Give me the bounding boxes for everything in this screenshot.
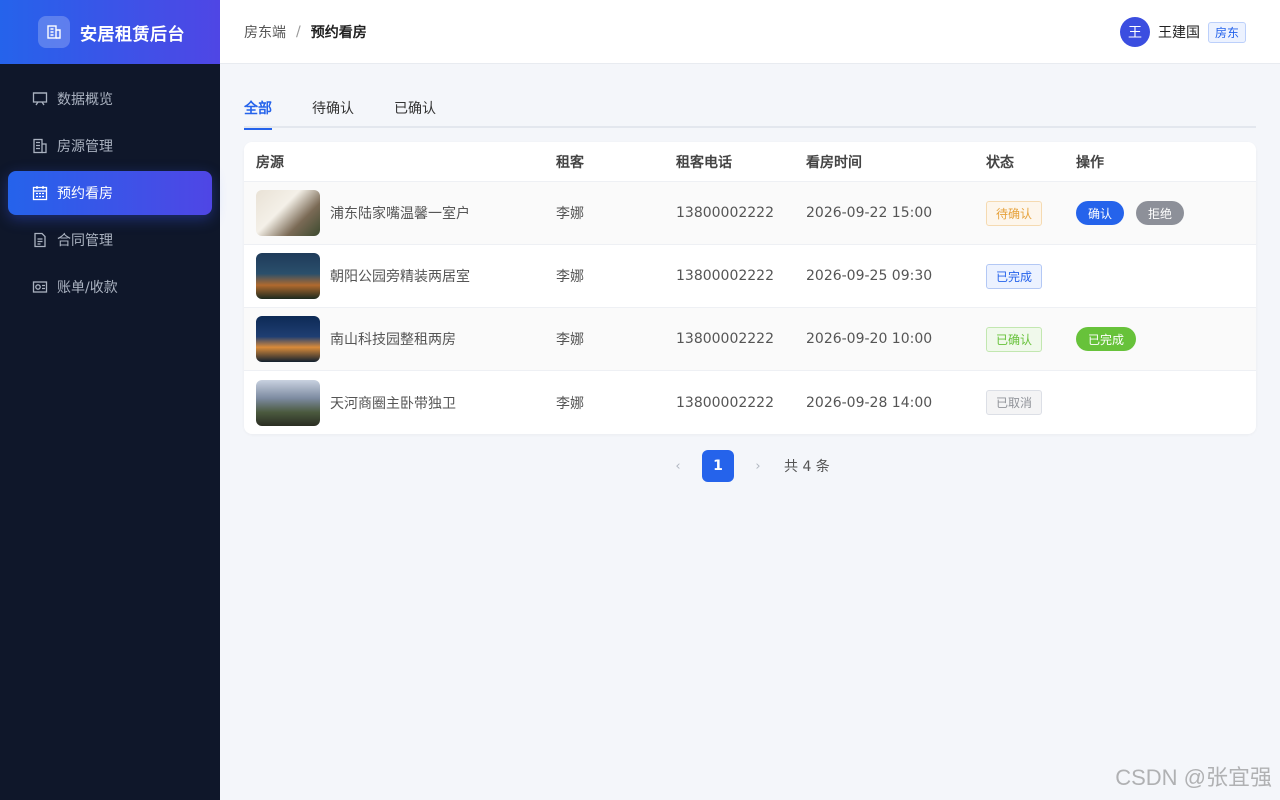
- app-title: 安居租赁后台: [80, 24, 185, 45]
- table-row: 浦东陆家嘴温馨一室户 李娜 13800002222 2026-09-22 15:…: [244, 182, 1256, 245]
- house-thumbnail[interactable]: [256, 379, 320, 426]
- column-header-house: 房源: [256, 154, 284, 171]
- prev-page-icon[interactable]: ‹: [668, 459, 688, 474]
- tenant-name: 李娜: [556, 332, 584, 348]
- column-header-phone: 租客电话: [676, 154, 732, 171]
- tenant-phone: 13800002222: [676, 394, 774, 411]
- house-thumbnail[interactable]: [256, 190, 320, 236]
- table-body: 浦东陆家嘴温馨一室户 李娜 13800002222 2026-09-22 15:…: [244, 182, 1256, 434]
- tenant-name: 李娜: [556, 269, 584, 285]
- sidebar-item-billing[interactable]: 账单/收款: [8, 265, 212, 309]
- breadcrumb-parent[interactable]: 房东端: [244, 22, 286, 42]
- tenant-phone: 13800002222: [676, 268, 774, 284]
- column-header-time: 看房时间: [806, 154, 862, 171]
- sidebar-menu: 数据概览 房源管理 预约看房 合同管理 账单/收款: [0, 64, 220, 309]
- sidebar-item-label: 合同管理: [57, 233, 113, 249]
- house-name: 南山科技园整租两房: [330, 332, 456, 348]
- pagination: ‹ 1 › 共 4 条: [668, 450, 830, 482]
- total-count: 共 4 条: [784, 459, 830, 475]
- sidebar-item-contracts[interactable]: 合同管理: [8, 218, 212, 262]
- document-icon: [31, 231, 49, 249]
- top-header: 房东端 / 预约看房 王 王建国 房东: [220, 0, 1280, 64]
- status-badge: 已确认: [986, 326, 1043, 352]
- tab-pending[interactable]: 待确认: [312, 90, 354, 128]
- role-badge: 房东: [1207, 21, 1246, 43]
- table-row: 天河商圈主卧带独卫 李娜 13800002222 2026-09-28 14:0…: [244, 371, 1256, 434]
- house-cell: 南山科技园整租两房: [244, 316, 556, 362]
- tenant-name: 李娜: [556, 206, 584, 222]
- house-thumbnail[interactable]: [256, 316, 320, 362]
- house-thumbnail[interactable]: [256, 253, 320, 299]
- sidebar-item-dashboard[interactable]: 数据概览: [8, 77, 212, 121]
- page-number-button[interactable]: 1: [702, 450, 734, 482]
- tenant-phone: 13800002222: [676, 205, 774, 221]
- breadcrumb: 房东端 / 预约看房: [244, 22, 367, 42]
- house-cell: 天河商圈主卧带独卫: [244, 379, 556, 426]
- status-badge: 已取消: [986, 390, 1043, 415]
- building-logo-icon: [38, 16, 70, 48]
- house-name: 浦东陆家嘴温馨一室户: [330, 206, 470, 222]
- confirm-button[interactable]: 确认: [1076, 201, 1125, 225]
- avatar[interactable]: 王: [1119, 17, 1150, 47]
- table-row: 朝阳公园旁精装两居室 李娜 13800002222 2026-09-25 09:…: [244, 245, 1256, 308]
- viewing-time: 2026-09-28 14:00: [806, 394, 933, 411]
- tenant-phone: 13800002222: [676, 331, 774, 347]
- table-header: 房源 租客 租客电话 看房时间 状态 操作: [244, 142, 1256, 182]
- house-cell: 朝阳公园旁精装两居室: [244, 253, 556, 299]
- sidebar-item-viewings[interactable]: 预约看房: [8, 171, 212, 215]
- viewings-table: 房源 租客 租客电话 看房时间 状态 操作 浦东陆家嘴温馨一室户 李娜 1380…: [244, 142, 1256, 434]
- wallet-icon: [31, 278, 49, 296]
- column-header-tenant: 租客: [556, 154, 584, 171]
- next-page-icon[interactable]: ›: [748, 459, 768, 474]
- column-header-actions: 操作: [1076, 154, 1104, 171]
- viewing-time: 2026-09-25 09:30: [806, 268, 933, 284]
- house-name: 天河商圈主卧带独卫: [330, 395, 456, 412]
- breadcrumb-current: 预约看房: [310, 24, 367, 41]
- tenant-name: 李娜: [556, 395, 584, 412]
- status-badge: 待确认: [986, 200, 1043, 226]
- calendar-icon: [31, 184, 49, 202]
- sidebar-item-label: 账单/收款: [57, 280, 118, 296]
- dashboard-icon: [31, 90, 49, 108]
- status-badge: 已完成: [986, 263, 1043, 289]
- viewing-time: 2026-09-22 15:00: [806, 205, 933, 221]
- breadcrumb-separator: /: [296, 23, 301, 40]
- sidebar-item-houses[interactable]: 房源管理: [8, 124, 212, 168]
- user-menu[interactable]: 王 王建国 房东: [1119, 17, 1246, 47]
- tab-confirmed[interactable]: 已确认: [394, 90, 436, 128]
- brand: 安居租赁后台: [0, 0, 220, 64]
- house-cell: 浦东陆家嘴温馨一室户: [244, 190, 556, 236]
- tab-all[interactable]: 全部: [244, 90, 272, 130]
- row-actions: 已完成: [1076, 327, 1256, 351]
- user-name: 王建国: [1157, 25, 1200, 41]
- viewing-time: 2026-09-20 10:00: [806, 331, 933, 347]
- table-row: 南山科技园整租两房 李娜 13800002222 2026-09-20 10:0…: [244, 308, 1256, 371]
- filter-tabs: 全部 待确认 已确认: [244, 90, 1256, 130]
- mark-complete-button[interactable]: 已完成: [1076, 327, 1137, 351]
- watermark: CSDN @张宜强: [1115, 765, 1272, 790]
- reject-button[interactable]: 拒绝: [1136, 201, 1185, 225]
- row-actions: 确认 拒绝: [1076, 201, 1256, 225]
- sidebar-item-label: 数据概览: [57, 92, 113, 108]
- building-icon: [31, 137, 49, 155]
- sidebar-item-label: 预约看房: [57, 186, 113, 202]
- house-name: 朝阳公园旁精装两居室: [330, 269, 470, 285]
- sidebar-item-label: 房源管理: [57, 139, 113, 155]
- sidebar: 安居租赁后台 数据概览 房源管理 预约看房 合同管理 账单/收款: [0, 0, 220, 800]
- column-header-status: 状态: [986, 154, 1014, 171]
